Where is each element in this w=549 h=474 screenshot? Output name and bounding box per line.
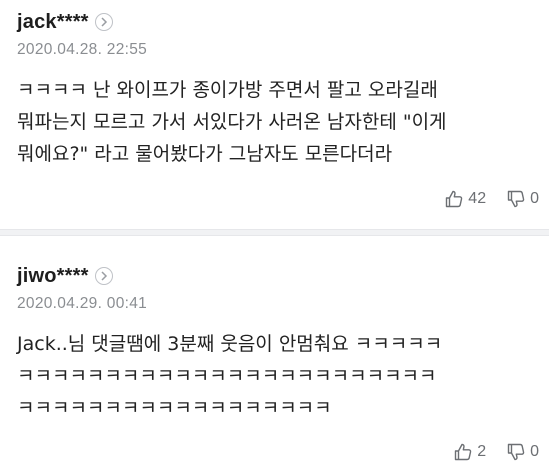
comment-timestamp: 2020.04.29. 00:41 — [17, 295, 148, 312]
comment-actions: 42 0 — [444, 189, 539, 209]
chevron-right-icon[interactable] — [94, 267, 113, 285]
dislike-count: 0 — [530, 443, 539, 460]
thumbs-down-icon — [507, 443, 525, 461]
dislike-button[interactable]: 0 — [506, 442, 539, 462]
comment-author-row: jack**** — [17, 11, 113, 33]
thumbs-up-icon — [454, 443, 472, 461]
comment-item: jack**** 2020.04.28. 22:55 ㅋㅋㅋㅋ 난 와이프가 종… — [0, 0, 549, 230]
comment-actions: 2 0 — [453, 442, 539, 462]
comment-timestamp: 2020.04.28. 22:55 — [17, 41, 148, 58]
like-button[interactable]: 2 — [453, 442, 486, 462]
like-count: 2 — [477, 443, 487, 460]
comment-item: jiwo**** 2020.04.29. 00:41 Jack..님 댓글땜에 … — [0, 236, 549, 474]
like-count: 42 — [468, 190, 487, 207]
thumbs-down-icon — [507, 190, 525, 208]
comment-divider — [0, 229, 549, 236]
comment-text: ㅋㅋㅋㅋ 난 와이프가 종이가방 주면서 팔고 오라길래 뭐파는지 모르고 가서… — [17, 79, 447, 165]
comment-author-name[interactable]: jack**** — [17, 11, 89, 34]
comment-text: Jack..님 댓글땜에 3분째 웃음이 안멈춰요 ㅋㅋㅋㅋㅋ ㅋㅋㅋㅋㅋㅋㅋㅋ… — [17, 333, 443, 419]
comment-author-row: jiwo**** — [17, 265, 113, 287]
thumbs-up-icon — [446, 190, 463, 208]
like-button[interactable]: 42 — [444, 189, 486, 209]
dislike-count: 0 — [530, 190, 539, 207]
dislike-button[interactable]: 0 — [506, 189, 539, 209]
comment-author-name[interactable]: jiwo**** — [17, 265, 89, 288]
chevron-right-icon[interactable] — [94, 13, 113, 31]
